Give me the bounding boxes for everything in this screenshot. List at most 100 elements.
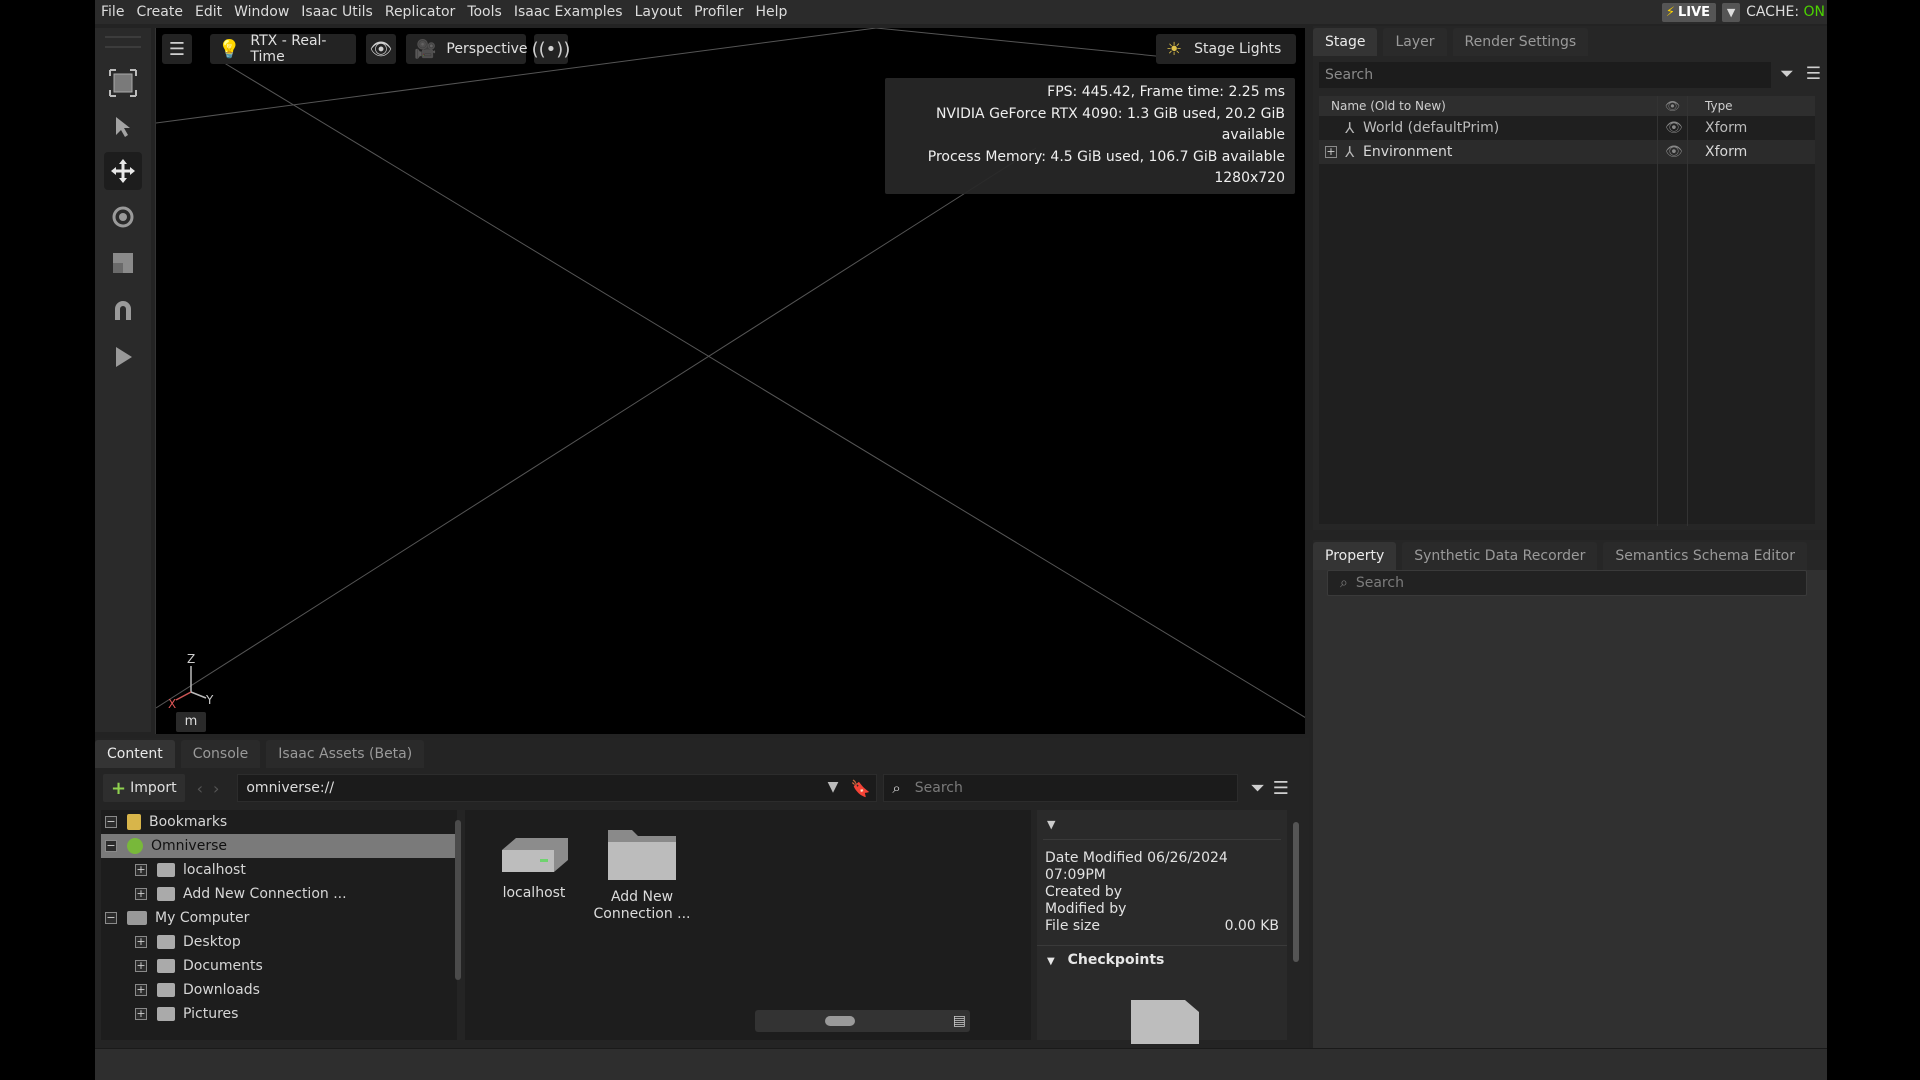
renderer-button[interactable]: 💡 RTX - Real-Time [210, 33, 356, 65]
expand-icon[interactable]: + [135, 864, 147, 876]
cache-state: ON [1803, 4, 1826, 20]
search-icon: ⌕ [892, 779, 901, 797]
expand-icon[interactable]: + [1325, 146, 1337, 158]
menu-edit[interactable]: Edit [189, 0, 228, 24]
options-menu-icon[interactable]: ☰ [1273, 778, 1289, 799]
menu-bar: File Create Edit Window Isaac Utils Repl… [95, 0, 1827, 24]
tree-item-omniverse[interactable]: − Omniverse [101, 834, 457, 858]
content-search-input[interactable]: ⌕ Search [883, 774, 1239, 802]
camera-button[interactable]: 🎥 Perspective [406, 34, 528, 64]
collapse-icon[interactable]: − [105, 840, 117, 852]
tree-item-pictures[interactable]: + Pictures [101, 1002, 457, 1026]
nav-arrows[interactable]: ‹› [197, 779, 230, 798]
scale-icon[interactable] [104, 244, 142, 282]
visibility-button[interactable]: 👁 [366, 34, 396, 64]
move-icon[interactable] [104, 152, 142, 190]
unit-badge[interactable]: m [176, 712, 206, 732]
tab-property[interactable]: Property [1313, 542, 1397, 570]
tree-scrollbar[interactable] [455, 820, 461, 980]
filter-icon[interactable]: ⏷ [1250, 778, 1264, 799]
stream-button[interactable]: ((•)) [532, 34, 570, 64]
menu-file[interactable]: File [95, 0, 130, 24]
property-search-input[interactable]: ⌕ Search [1327, 570, 1807, 596]
toolbar-grip[interactable] [105, 36, 141, 48]
menu-create[interactable]: Create [130, 0, 189, 24]
tab-render-settings[interactable]: Render Settings [1452, 28, 1589, 56]
filter-icon[interactable]: ⏷ [1780, 64, 1794, 84]
stage-row-environment[interactable]: + ⅄ Environment 👁 Xform [1319, 140, 1815, 164]
tab-console[interactable]: Console [180, 740, 261, 768]
dropdown-arrow-icon[interactable]: ▼ [828, 779, 839, 795]
rotate-icon[interactable] [104, 198, 142, 236]
tree-item-documents[interactable]: + Documents [101, 954, 457, 978]
grid-item-add-connection[interactable]: Add New Connection ... [587, 820, 697, 923]
menu-window[interactable]: Window [228, 0, 295, 24]
collapse-icon[interactable]: − [105, 816, 117, 828]
list-view-icon[interactable]: ▤ [953, 1013, 966, 1029]
expand-icon[interactable]: + [135, 936, 147, 948]
expand-icon[interactable]: + [135, 1008, 147, 1020]
menu-help[interactable]: Help [749, 0, 793, 24]
import-button[interactable]: + Import [103, 774, 185, 802]
tree-item-desktop[interactable]: + Desktop [101, 930, 457, 954]
select-arrow-icon[interactable] [104, 108, 142, 146]
grid-size-slider[interactable]: ▤ [755, 1010, 970, 1032]
expand-icon[interactable]: + [135, 984, 147, 996]
stage-search-input[interactable]: Search [1319, 62, 1771, 88]
search-icon: ⌕ [1340, 575, 1348, 591]
live-button[interactable]: ⚡ LIVE [1661, 2, 1717, 22]
play-icon[interactable] [104, 338, 142, 376]
computer-icon [127, 911, 147, 925]
tab-stage[interactable]: Stage [1313, 28, 1378, 56]
bookmark-icon[interactable]: 🔖 [850, 779, 870, 798]
viewport-settings-button[interactable]: ☰ [162, 34, 192, 64]
menu-layout[interactable]: Layout [629, 0, 689, 24]
menu-replicator[interactable]: Replicator [379, 0, 461, 24]
expand-icon[interactable]: + [135, 888, 147, 900]
tree-item-localhost[interactable]: + localhost [101, 858, 457, 882]
tab-isaac-assets[interactable]: Isaac Assets (Beta) [266, 740, 425, 768]
tab-layer[interactable]: Layer [1383, 28, 1447, 56]
tab-synthetic-data-recorder[interactable]: Synthetic Data Recorder [1402, 542, 1598, 570]
tree-item-add-connection[interactable]: + Add New Connection ... [101, 882, 457, 906]
lightbulb-icon: 💡 [218, 38, 241, 60]
tab-semantics-schema-editor[interactable]: Semantics Schema Editor [1603, 542, 1808, 570]
path-field[interactable]: omniverse:// ▼ 🔖 [237, 774, 878, 802]
created-by-row: Created by [1037, 884, 1287, 901]
status-bar [95, 1048, 1827, 1080]
column-type[interactable]: Type [1705, 96, 1733, 116]
menu-isaac-utils[interactable]: Isaac Utils [295, 0, 379, 24]
details-scrollbar[interactable] [1293, 822, 1299, 962]
menu-isaac-examples[interactable]: Isaac Examples [508, 0, 629, 24]
tree-item-downloads[interactable]: + Downloads [101, 978, 457, 1002]
snap-magnet-icon[interactable] [104, 292, 142, 330]
checkpoints-header[interactable]: ▼ Checkpoints [1037, 945, 1287, 973]
slider-thumb[interactable] [825, 1016, 855, 1026]
stage-row-world[interactable]: ⅄ World (defaultPrim) 👁 Xform [1319, 116, 1815, 140]
visibility-eye-icon[interactable]: 👁 [1665, 144, 1683, 160]
prim-name: World (defaultPrim) [1363, 120, 1500, 136]
camera-icon: 🎥 [414, 38, 437, 60]
options-menu-icon[interactable]: ☰ [1806, 64, 1821, 84]
grid-item-label: localhost [502, 885, 566, 901]
process-memory-stat: Process Memory: 4.5 GiB used, 106.7 GiB … [927, 148, 1285, 165]
tree-item-bookmarks[interactable]: − Bookmarks [101, 810, 457, 834]
details-collapse-icon[interactable]: ▼ [1043, 810, 1281, 840]
select-mode-icon[interactable] [104, 64, 142, 102]
grid-item-localhost[interactable]: localhost [479, 830, 589, 902]
menu-profiler[interactable]: Profiler [688, 0, 749, 24]
tree-label: Omniverse [151, 838, 227, 854]
column-name[interactable]: Name (Old to New) [1331, 96, 1446, 116]
collapse-icon[interactable]: − [105, 912, 117, 924]
expand-icon[interactable]: + [135, 960, 147, 972]
stage-lights-button[interactable]: ☀ Stage Lights [1156, 34, 1296, 64]
live-dropdown-chevron-icon[interactable]: ▼ [1722, 2, 1741, 22]
resolution-stat: 1280x720 [1214, 170, 1285, 186]
viewport[interactable]: ☰ 💡 RTX - Real-Time 👁 🎥 Perspective ((•)… [155, 28, 1305, 734]
visibility-eye-icon[interactable]: 👁 [1665, 120, 1683, 136]
tree-item-my-computer[interactable]: − My Computer [101, 906, 457, 930]
menu-tools[interactable]: Tools [461, 0, 508, 24]
tab-content[interactable]: Content [95, 740, 175, 768]
column-divider [1687, 96, 1688, 526]
property-tabs: Property Synthetic Data Recorder Semanti… [1313, 540, 1827, 570]
